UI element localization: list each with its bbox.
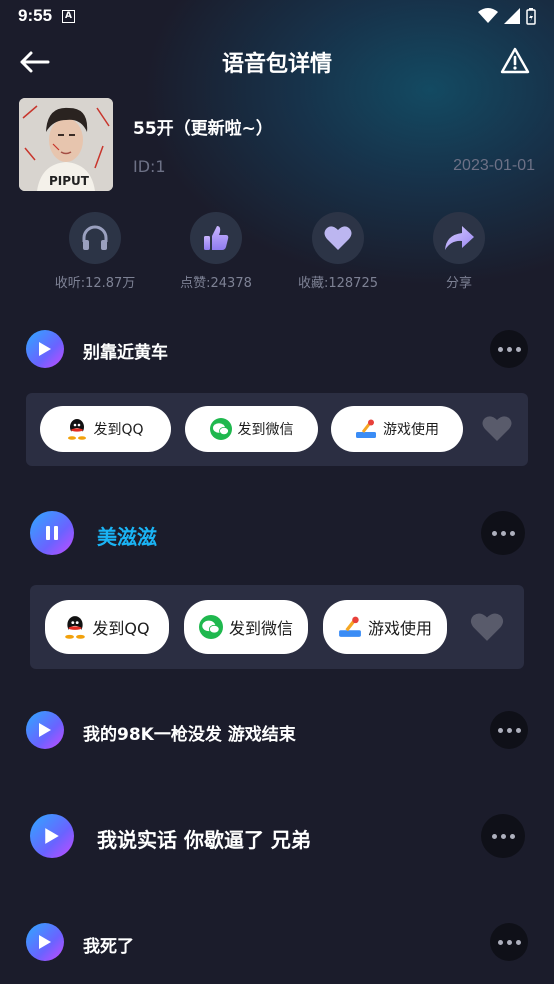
voice-title: 我死了 (83, 937, 134, 957)
play-button[interactable] (30, 814, 74, 858)
send-to-wechat-label: 发到微信 (228, 619, 293, 638)
qq-penguin-icon (68, 419, 87, 440)
back-arrow-icon[interactable] (18, 48, 50, 76)
play-button[interactable] (26, 711, 64, 749)
favorite-heart-icon[interactable] (482, 415, 512, 442)
pack-id: ID:1 (133, 157, 166, 176)
report-warning-icon[interactable] (500, 46, 530, 76)
like-stat[interactable]: 点赞:24378 (161, 212, 271, 291)
voice-item[interactable]: 我死了 (0, 922, 554, 962)
heart-icon (312, 212, 364, 264)
more-options-button[interactable] (490, 711, 528, 749)
voice-item[interactable]: 别靠近黄车 (0, 328, 554, 368)
listen-stat[interactable]: 收听:12.87万 (40, 212, 150, 291)
pause-icon (46, 526, 58, 540)
more-options-button[interactable] (481, 814, 525, 858)
voice-title: 美滋滋 (97, 525, 157, 549)
voice-item-playing[interactable]: 美滋滋 (0, 510, 554, 556)
page-header: 语音包详情 (0, 38, 554, 86)
voice-title: 我的98K一枪没发 游戏结束 (83, 725, 296, 745)
status-time: 9:55 (18, 6, 53, 25)
voice-pack-info: PIPUT 55开（更新啦~） ID:1 2023-01-01 (19, 98, 535, 192)
play-icon (39, 723, 51, 737)
pause-button[interactable] (30, 511, 74, 555)
wechat-icon (209, 418, 232, 440)
send-to-wechat-button[interactable]: 发到微信 (184, 600, 308, 654)
share-panel: 发到QQ 发到微信 游戏使用 (26, 393, 528, 466)
page-title: 语音包详情 (221, 52, 332, 77)
share-panel: 发到QQ 发到微信 游戏使用 (30, 585, 524, 669)
headphones-icon (69, 212, 121, 264)
voice-item[interactable]: 我说实话 你歇逼了 兄弟 (0, 813, 554, 859)
send-to-qq-button[interactable]: 发到QQ (40, 406, 171, 452)
favorite-stat[interactable]: 收藏:128725 (283, 212, 393, 291)
pack-date: 2023-01-01 (453, 157, 535, 174)
send-to-wechat-label: 发到微信 (237, 422, 294, 438)
play-icon (39, 935, 51, 949)
play-icon (39, 342, 51, 356)
voice-title: 我说实话 你歇逼了 兄弟 (97, 828, 311, 852)
voice-title: 别靠近黄车 (83, 343, 168, 363)
wifi-icon (478, 8, 498, 23)
send-to-qq-button[interactable]: 发到QQ (45, 600, 169, 654)
pack-name: 55开（更新啦~） (133, 119, 273, 139)
wechat-icon (198, 615, 223, 639)
play-icon (45, 828, 59, 844)
play-button[interactable] (26, 923, 64, 961)
qq-penguin-icon (65, 616, 86, 639)
signal-icon (504, 8, 520, 24)
game-joystick-icon (356, 419, 376, 438)
game-joystick-icon (339, 616, 361, 637)
pack-cover-image: PIPUT (19, 98, 113, 191)
cover-print-text: PIPUT (49, 174, 90, 188)
use-in-game-label: 游戏使用 (383, 422, 439, 438)
battery-icon (526, 7, 536, 25)
send-to-qq-label: 发到QQ (92, 619, 150, 638)
pack-stats-row: 收听:12.87万 点赞:24378 收藏:128725 分享 (0, 212, 554, 292)
favorite-heart-icon[interactable] (470, 612, 504, 642)
voice-item[interactable]: 我的98K一枪没发 游戏结束 (0, 710, 554, 750)
send-to-qq-label: 发到QQ (93, 422, 144, 438)
listen-count: 收听:12.87万 (54, 276, 136, 291)
more-options-button[interactable] (490, 330, 528, 368)
share-stat[interactable]: 分享 (404, 212, 514, 291)
play-button[interactable] (26, 330, 64, 368)
like-count: 点赞:24378 (180, 276, 252, 291)
more-options-button[interactable] (490, 923, 528, 961)
share-label: 分享 (445, 276, 472, 291)
status-bar: 9:55 A (0, 0, 554, 32)
use-in-game-label: 游戏使用 (367, 619, 432, 638)
use-in-game-button[interactable]: 游戏使用 (323, 600, 447, 654)
use-in-game-button[interactable]: 游戏使用 (331, 406, 463, 452)
more-options-button[interactable] (481, 511, 525, 555)
notification-badge-icon: A (62, 9, 76, 23)
favorite-count: 收藏:128725 (297, 276, 378, 291)
thumbs-up-icon (190, 212, 242, 264)
send-to-wechat-button[interactable]: 发到微信 (185, 406, 318, 452)
share-icon (433, 212, 485, 264)
